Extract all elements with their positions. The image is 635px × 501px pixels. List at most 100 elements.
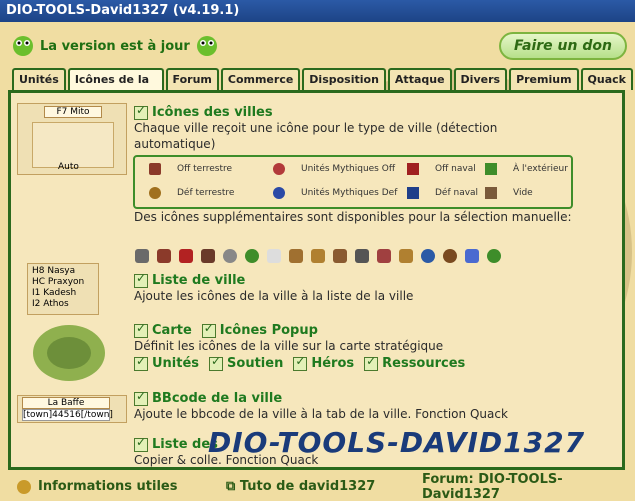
tab-disposition[interactable]: Disposition: [302, 68, 386, 90]
city-icon-preview: F7 Mito Auto: [17, 103, 127, 175]
sack-icon[interactable]: [443, 249, 457, 263]
ship-icon[interactable]: [333, 249, 347, 263]
mythic-icon[interactable]: [465, 249, 479, 263]
legend-label: À l'extérieur: [513, 164, 568, 174]
legend-label: Déf naval: [435, 188, 479, 198]
popup-checkbox[interactable]: [201, 321, 216, 338]
extra-icons-desc: Des icônes supplémentaires sont disponib…: [134, 210, 572, 224]
settings-panel: F7 Mito Auto Icônes des villes Chaque vi…: [8, 90, 625, 470]
ship-def-icon: [407, 187, 419, 199]
cannon-icon[interactable]: [355, 249, 369, 263]
donate-button[interactable]: Faire un don: [499, 32, 627, 60]
forum-link[interactable]: Forum: DIO-TOOLS-David1327: [422, 472, 635, 501]
city-list-checkbox[interactable]: [134, 271, 148, 288]
map-preview: [33, 325, 105, 381]
city-entry: I1 Kadesh: [32, 288, 77, 298]
opt-resources: Ressources: [382, 356, 466, 371]
tab-forum[interactable]: Forum: [165, 68, 219, 90]
info-icon: [17, 479, 31, 494]
city-entry: I2 Athos: [32, 299, 69, 309]
tab-bar: Unités Icônes de la ville Forum Commerce…: [12, 68, 635, 106]
bbcode-checkbox[interactable]: [134, 389, 148, 406]
tab-commerce[interactable]: Commerce: [220, 68, 301, 90]
city-icons-checkbox[interactable]: [134, 103, 148, 120]
frog-icon: [196, 36, 217, 56]
info-label: Informations utiles: [38, 479, 178, 494]
chariot-icon[interactable]: [311, 249, 325, 263]
city-list-title: Liste de ville: [152, 273, 246, 288]
opt-support: Soutien: [227, 356, 284, 371]
city-type-legend: Off terrestre Unités Mythiques Off Off n…: [133, 155, 573, 209]
support-checkbox[interactable]: [209, 354, 224, 371]
clock-icon[interactable]: [223, 249, 237, 263]
list-bb-checkbox[interactable]: [134, 435, 148, 452]
section-bbcode: BBcode de la ville Ajoute le bbcode de l…: [134, 389, 508, 422]
popup-title: Icônes Popup: [219, 323, 318, 338]
city-entry: H8 Nasya: [32, 266, 76, 276]
city-list-preview: H8 Nasya HC Praxyon I1 Kadesh I2 Athos: [27, 263, 99, 315]
legend-label: Unités Mythiques Off: [301, 164, 396, 174]
status-bar: La version est à jour: [12, 34, 218, 58]
horse-icon[interactable]: [289, 249, 303, 263]
frog-icon: [13, 36, 33, 56]
tab-premium[interactable]: Premium: [509, 68, 579, 90]
city-entry: HC Praxyon: [32, 277, 85, 287]
globe-icon[interactable]: [487, 249, 501, 263]
city-list-entries: H8 Nasya HC Praxyon I1 Kadesh I2 Athos: [28, 264, 98, 312]
opt-units: Unités: [152, 356, 200, 371]
heroes-checkbox[interactable]: [293, 354, 308, 371]
fire-icon[interactable]: [377, 249, 391, 263]
window-title: DIO-TOOLS-David1327 (v4.19.1): [0, 0, 635, 22]
opt-heroes: Héros: [311, 356, 355, 371]
empty-icon: [485, 187, 497, 199]
tab-unites[interactable]: Unités: [12, 68, 66, 90]
tab-quack[interactable]: Quack: [580, 68, 633, 90]
sword-icon: [149, 163, 161, 175]
legend-label: Vide: [513, 188, 533, 198]
city-icons-title: Icônes des villes: [152, 105, 273, 120]
version-status: La version est à jour: [40, 38, 190, 54]
shield-icon: [149, 187, 161, 199]
watermark-text: DIO-TOOLS-DAVID1327: [208, 426, 586, 459]
extra-icons-row: [135, 249, 501, 263]
ship-off-icon: [407, 163, 419, 175]
external-link-icon: ⧉: [226, 479, 240, 494]
tab-icones-ville[interactable]: Icônes de la ville: [67, 68, 164, 106]
legend-label: Off naval: [435, 164, 476, 174]
potion-icon[interactable]: [421, 249, 435, 263]
info-link[interactable]: Informations utiles: [16, 479, 177, 495]
tab-divers[interactable]: Divers: [453, 68, 508, 90]
mythic-def-icon: [273, 187, 285, 199]
footer: Informations utiles ⧉ Tuto de david1327 …: [0, 472, 635, 501]
map-desc: Définit les icônes de la ville sur la ca…: [134, 339, 444, 353]
section-map: Carte Icônes Popup Définit les icônes de…: [134, 321, 466, 371]
city-list-desc: Ajoute les icônes de la ville à la liste…: [134, 289, 414, 303]
auto-label: Auto: [58, 162, 79, 172]
section-city-icons: Icônes des villes Chaque ville reçoit un…: [134, 103, 554, 152]
city-icons-desc: Chaque ville reçoit une icône pour le ty…: [134, 121, 498, 151]
bbcode-city-name: La Baffe: [22, 397, 110, 409]
catapult-icon[interactable]: [157, 249, 171, 263]
legend-label: Unités Mythiques Def: [301, 188, 398, 198]
tuto-label: Tuto de david1327: [239, 479, 376, 494]
spear-icon[interactable]: [135, 249, 149, 263]
main-content: La version est à jour Faire un don Unité…: [0, 22, 635, 501]
section-city-list: Liste de ville Ajoute les icônes de la v…: [134, 271, 414, 304]
map-title: Carte: [152, 323, 192, 338]
pegasus-icon[interactable]: [267, 249, 281, 263]
tuto-link[interactable]: ⧉ Tuto de david1327: [226, 479, 375, 494]
bbcode-desc: Ajoute le bbcode de la ville à la tab de…: [134, 407, 508, 421]
building-icon[interactable]: [201, 249, 215, 263]
helmet-icon[interactable]: [399, 249, 413, 263]
tab-attaque[interactable]: Attaque: [387, 68, 452, 90]
units-checkbox[interactable]: [134, 354, 148, 371]
mythic-off-icon: [273, 163, 285, 175]
bbcode-title: BBcode de la ville: [152, 391, 283, 406]
resources-checkbox[interactable]: [364, 354, 379, 371]
laurel-icon[interactable]: [245, 249, 259, 263]
map-checkbox[interactable]: [134, 321, 148, 338]
legend-label: Déf terrestre: [177, 188, 235, 198]
bbcode-preview: La Baffe [town]44516[/town]: [17, 395, 127, 423]
crossed-swords-icon[interactable]: [179, 249, 193, 263]
bbcode-input[interactable]: [town]44516[/town]: [22, 409, 113, 421]
